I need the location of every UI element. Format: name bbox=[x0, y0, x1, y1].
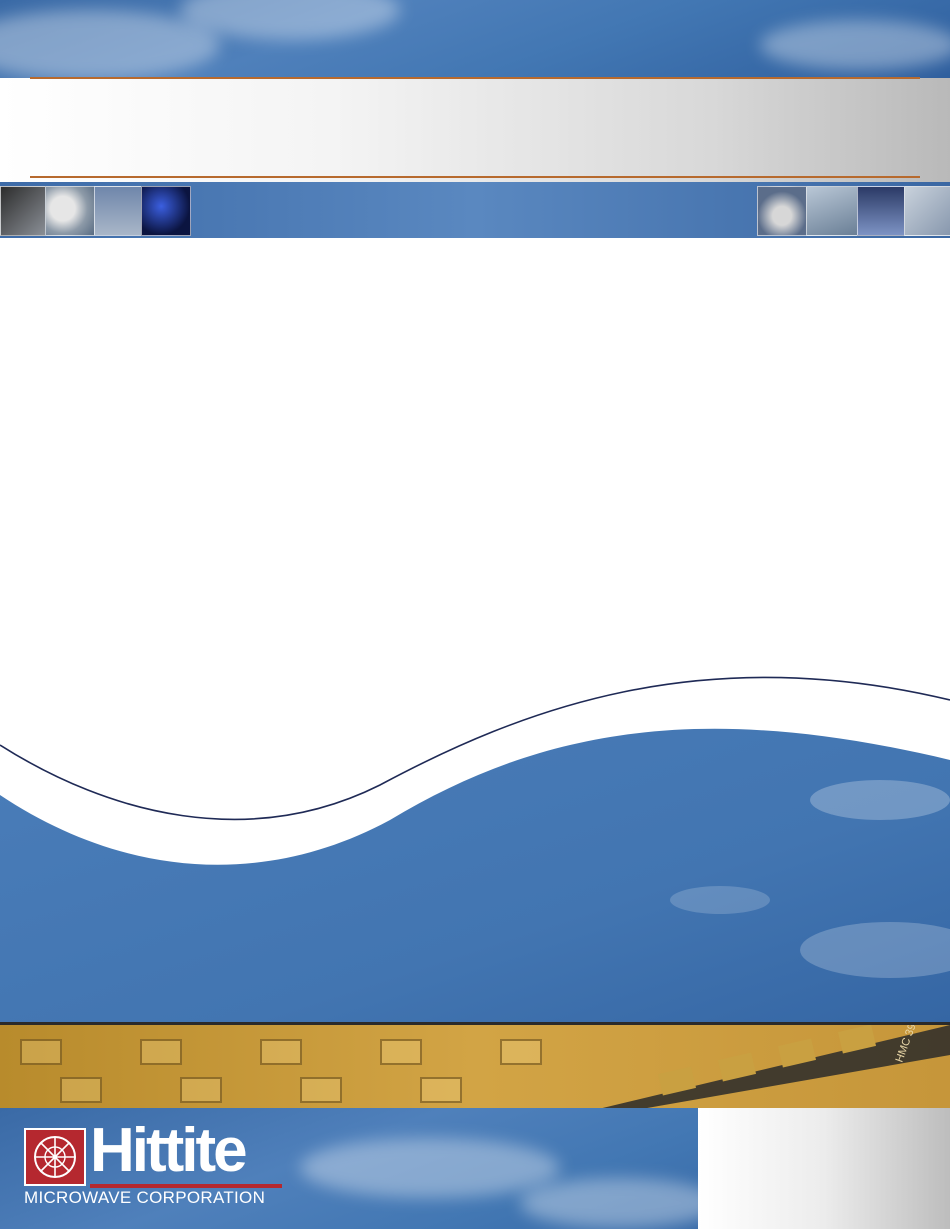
logo-mark-icon bbox=[24, 1128, 86, 1186]
dashboard-photo bbox=[0, 186, 46, 236]
sky-banner-top bbox=[0, 0, 950, 78]
fiber-optic-photo bbox=[141, 186, 191, 236]
satellite-dish-photo bbox=[45, 186, 95, 236]
chip-band: HMC 399 bbox=[0, 1022, 950, 1111]
antenna-photo bbox=[857, 186, 905, 236]
logo-tagline: MICROWAVE CORPORATION bbox=[24, 1188, 266, 1207]
test-equipment-photo bbox=[904, 186, 950, 236]
wave-graphic bbox=[0, 676, 950, 1040]
sky-body-middle bbox=[0, 728, 950, 1040]
cell-tower-photo bbox=[94, 186, 142, 236]
top-rule bbox=[30, 77, 920, 79]
side-panel bbox=[698, 1108, 950, 1229]
company-logo: Hittite MICROWAVE CORPORATION bbox=[24, 1120, 286, 1207]
radome-photo bbox=[757, 186, 807, 236]
bottom-rule bbox=[30, 176, 920, 178]
photo-strip bbox=[0, 182, 950, 238]
tape-reel-graphic: HMC 399 bbox=[590, 1025, 950, 1111]
fighter-jet-photo bbox=[806, 186, 858, 236]
logo-wordmark: Hittite bbox=[90, 1116, 248, 1185]
title-band bbox=[0, 77, 950, 182]
